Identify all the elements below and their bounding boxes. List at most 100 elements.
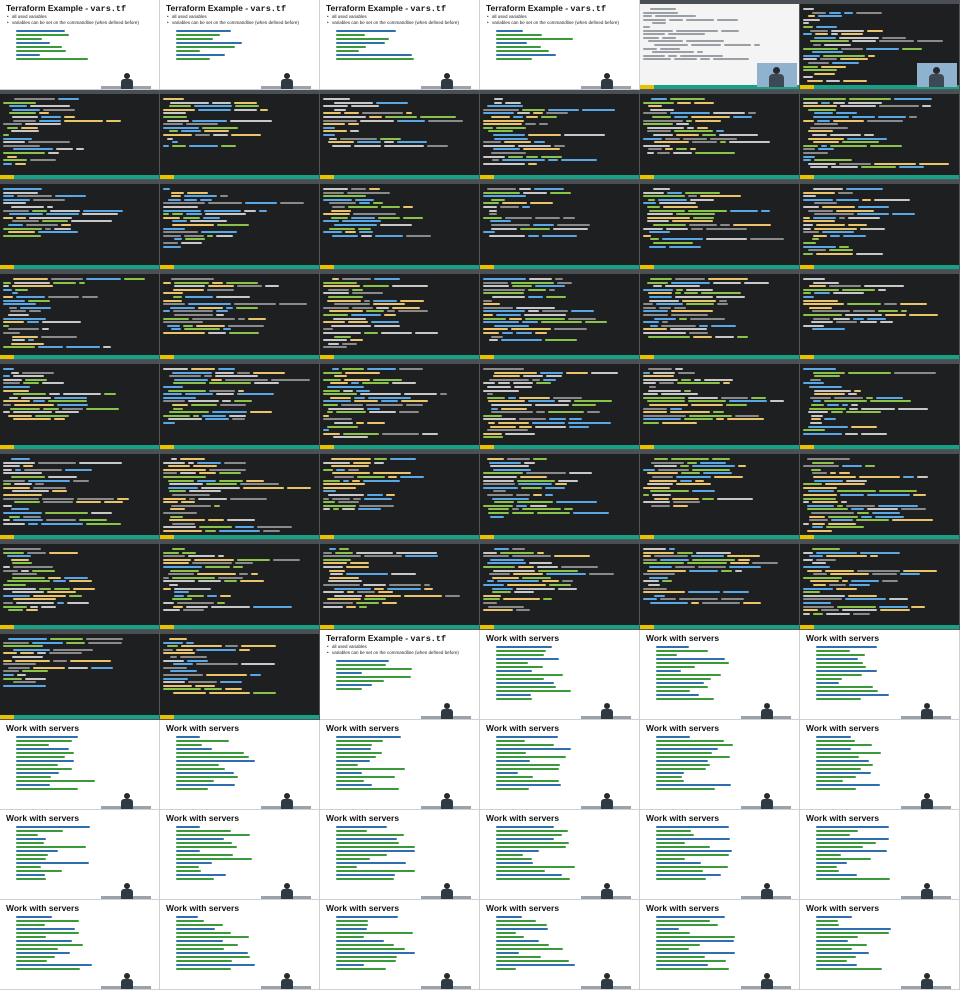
slide-work-with-servers[interactable]: Work with servers [800, 630, 960, 720]
terminal-frame[interactable] [640, 450, 800, 540]
code-line [652, 22, 666, 25]
slide-work-with-servers[interactable]: Work with servers [160, 810, 320, 900]
slide-terraform-vars-tf[interactable]: Terraform Example - vars.tf all used var… [320, 630, 480, 720]
terminal-frame[interactable] [480, 540, 640, 630]
terminal-frame[interactable] [800, 450, 960, 540]
slide-work-with-servers[interactable]: Work with servers [480, 720, 640, 810]
code-line [729, 141, 770, 144]
terminal-frame[interactable] [320, 180, 480, 270]
terminal-frame[interactable] [160, 450, 320, 540]
terminal-status-bar [640, 355, 799, 359]
code-line [816, 772, 871, 774]
code-line [12, 116, 38, 118]
terminal-frame[interactable] [480, 90, 640, 180]
code-line [643, 407, 667, 410]
terminal-frame[interactable] [160, 630, 320, 720]
terminal-frame[interactable] [0, 90, 160, 180]
code-line [859, 476, 900, 478]
code-line [496, 674, 563, 676]
code-line [176, 874, 226, 876]
slide-terraform-vars-tf[interactable]: Terraform Example - vars.tf all used var… [160, 0, 320, 90]
slide-terraform-vars-tf[interactable]: Terraform Example - vars.tf all used var… [320, 0, 480, 90]
terminal-frame[interactable] [320, 450, 480, 540]
terminal-frame[interactable] [320, 270, 480, 360]
terminal-frame[interactable] [320, 90, 480, 180]
terminal-frame[interactable] [800, 540, 960, 630]
terminal-frame[interactable] [800, 270, 960, 360]
terminal-frame[interactable] [320, 540, 480, 630]
slide-work-with-servers[interactable]: Work with servers [480, 810, 640, 900]
slide-work-with-servers[interactable]: Work with servers [0, 720, 160, 810]
terminal-frame[interactable] [800, 180, 960, 270]
slide-work-with-servers[interactable]: Work with servers [0, 810, 160, 900]
code-line [487, 396, 505, 399]
thumbnail-grid: Terraform Example - vars.tf all used var… [0, 0, 960, 990]
slide-work-with-servers[interactable]: Work with servers [480, 630, 640, 720]
slide-work-with-servers[interactable]: Work with servers [800, 900, 960, 990]
code-line [808, 108, 836, 111]
code-line [3, 468, 12, 471]
code-line [512, 548, 525, 550]
code-line [66, 641, 85, 644]
slide-work-with-servers[interactable]: Work with servers [160, 720, 320, 810]
code-line [811, 321, 833, 324]
code-line [483, 486, 518, 489]
terminal-frame[interactable] [800, 90, 960, 180]
slide-title: Work with servers [806, 813, 880, 823]
slide-terraform-vars-tf[interactable]: Terraform Example - vars.tf all used var… [0, 0, 160, 90]
code-line [323, 116, 366, 118]
presenter-figure [441, 73, 453, 89]
code-line [163, 562, 189, 565]
slide-work-with-servers[interactable]: Work with servers [320, 810, 480, 900]
slide-terraform-vars-tf[interactable]: Terraform Example - vars.tf all used var… [480, 0, 640, 90]
terminal-frame[interactable] [480, 180, 640, 270]
slide-work-with-servers[interactable]: Work with servers [320, 900, 480, 990]
terminal-frame[interactable] [0, 270, 160, 360]
terminal-frame[interactable] [640, 360, 800, 450]
terminal-frame[interactable] [0, 540, 160, 630]
code-line [814, 202, 837, 205]
code-line [729, 400, 767, 403]
code-line [492, 591, 511, 594]
terminal-frame[interactable] [640, 540, 800, 630]
code-line [508, 155, 523, 158]
terminal-frame[interactable] [640, 270, 800, 360]
terminal-frame[interactable] [160, 270, 320, 360]
code-line [3, 296, 13, 298]
slide-work-with-servers[interactable]: Work with servers [800, 810, 960, 900]
terminal-frame[interactable] [800, 0, 960, 90]
terminal-frame[interactable] [160, 90, 320, 180]
terminal-frame[interactable] [800, 360, 960, 450]
terminal-frame[interactable] [160, 180, 320, 270]
terminal-text [483, 546, 636, 623]
terminal-frame[interactable] [0, 450, 160, 540]
terminal-frame[interactable] [640, 90, 800, 180]
slide-work-with-servers[interactable]: Work with servers [320, 720, 480, 810]
code-line [647, 130, 671, 133]
code-line [824, 44, 851, 46]
slide-work-with-servers[interactable]: Work with servers [480, 900, 640, 990]
terminal-frame[interactable] [320, 360, 480, 450]
terminal-frame[interactable] [480, 360, 640, 450]
slide-work-with-servers[interactable]: Work with servers [640, 720, 800, 810]
terminal-frame[interactable] [160, 540, 320, 630]
code-line [168, 418, 202, 421]
slide-work-with-servers[interactable]: Work with servers [640, 810, 800, 900]
terminal-status-bar [800, 625, 959, 629]
terminal-frame[interactable] [0, 180, 160, 270]
terminal-frame[interactable] [640, 180, 800, 270]
code-line [713, 281, 741, 284]
terminal-frame[interactable] [0, 360, 160, 450]
terminal-frame[interactable] [160, 360, 320, 450]
code-line [163, 468, 206, 471]
slide-work-with-servers[interactable]: Work with servers [800, 720, 960, 810]
slide-work-with-servers[interactable]: Work with servers [640, 630, 800, 720]
terminal-frame[interactable] [0, 630, 160, 720]
slide-work-with-servers[interactable]: Work with servers [160, 900, 320, 990]
terminal-frame[interactable] [640, 0, 800, 90]
terminal-frame[interactable] [480, 450, 640, 540]
slide-work-with-servers[interactable]: Work with servers [640, 900, 800, 990]
terminal-frame[interactable] [480, 270, 640, 360]
code-line [387, 310, 395, 313]
slide-work-with-servers[interactable]: Work with servers [0, 900, 160, 990]
